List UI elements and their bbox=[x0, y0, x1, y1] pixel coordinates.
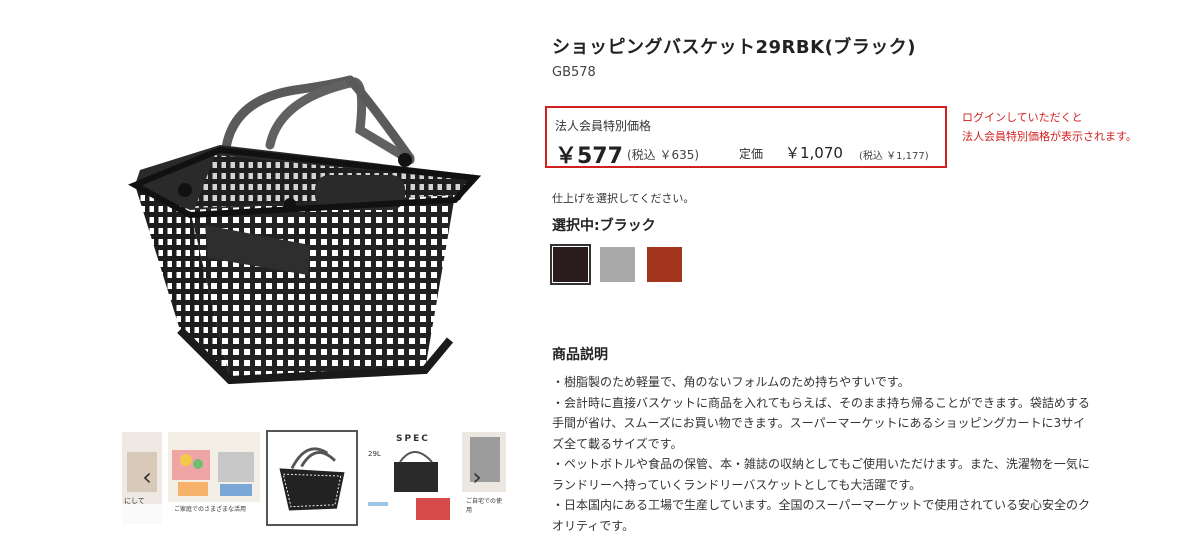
spec-title: SPEC bbox=[396, 434, 430, 444]
price-box: 法人会員特別価格 ￥577 (税込 ￥635) 定価 ￥1,070 (税込 ￥1… bbox=[545, 106, 947, 169]
thumbnail-1-text: にして bbox=[124, 497, 145, 505]
thumbnail-4[interactable]: SPEC 29L bbox=[364, 432, 456, 524]
description-line-1: ・樹脂製のため軽量で、角のないフォルムのため持ちやすいです。 bbox=[552, 375, 910, 389]
list-price: ￥1,070 bbox=[785, 144, 843, 162]
swatch-gray[interactable] bbox=[600, 247, 635, 282]
chevron-right-icon: › bbox=[472, 463, 482, 491]
finish-hint: 仕上げを選択してください。 bbox=[552, 192, 695, 205]
main-product-image bbox=[120, 60, 500, 400]
login-note-line1: ログインしていただくと bbox=[962, 111, 1083, 124]
member-price-tax: (税込 ￥635) bbox=[627, 148, 700, 162]
product-title: ショッピングバスケット29RBK(ブラック) bbox=[552, 37, 917, 58]
thumbnail-2[interactable]: ご家庭でのさまざまな活用 bbox=[168, 432, 260, 524]
description-line-4: ・日本国内にある工場で生産しています。全国のスーパーマーケットで使用されている安… bbox=[552, 498, 1090, 533]
description-body: ・樹脂製のため軽量で、角のないフォルムのため持ちやすいです。 ・会計時に直接バス… bbox=[552, 372, 1092, 536]
description-line-3: ・ペットボトルや食品の保管、本・雑誌の収納としてもご使用いただけます。また、洗濯… bbox=[552, 457, 1090, 492]
spec-size: 29L bbox=[368, 450, 381, 458]
list-price-tax: (税込 ￥1,177) bbox=[859, 151, 929, 162]
basket-image bbox=[128, 75, 482, 385]
thumbnail-gallery: にして ‹ ご家庭でのさまざまな活用 SPEC 29L ご自宅での使用 › bbox=[122, 430, 506, 526]
description-heading: 商品説明 bbox=[552, 347, 608, 363]
login-note-line2: 法人会員特別価格が表示されます。 bbox=[962, 130, 1137, 143]
gallery-prev-button[interactable]: ‹ bbox=[136, 462, 158, 492]
login-note: ログインしていただくと 法人会員特別価格が表示されます。 bbox=[962, 108, 1137, 146]
thumbnail-3-active[interactable] bbox=[266, 430, 358, 526]
thumbnail-2-text: ご家庭でのさまざまな活用 bbox=[174, 506, 247, 513]
member-price: ￥577 bbox=[555, 144, 623, 169]
swatch-black[interactable] bbox=[550, 244, 591, 285]
swatch-red[interactable] bbox=[647, 247, 682, 282]
chevron-left-icon: ‹ bbox=[142, 463, 152, 491]
member-price-label: 法人会員特別価格 bbox=[555, 119, 652, 133]
list-price-label: 定価 bbox=[739, 147, 764, 161]
selected-finish-label: 選択中:ブラック bbox=[552, 218, 656, 234]
thumbnail-5-text: ご自宅での使用 bbox=[466, 498, 503, 514]
product-sku: GB578 bbox=[552, 65, 596, 80]
gallery-next-button[interactable]: › bbox=[466, 462, 488, 492]
description-line-2: ・会計時に直接バスケットに商品を入れてもらえば、そのまま持ち帰ることができます。… bbox=[552, 395, 1090, 451]
